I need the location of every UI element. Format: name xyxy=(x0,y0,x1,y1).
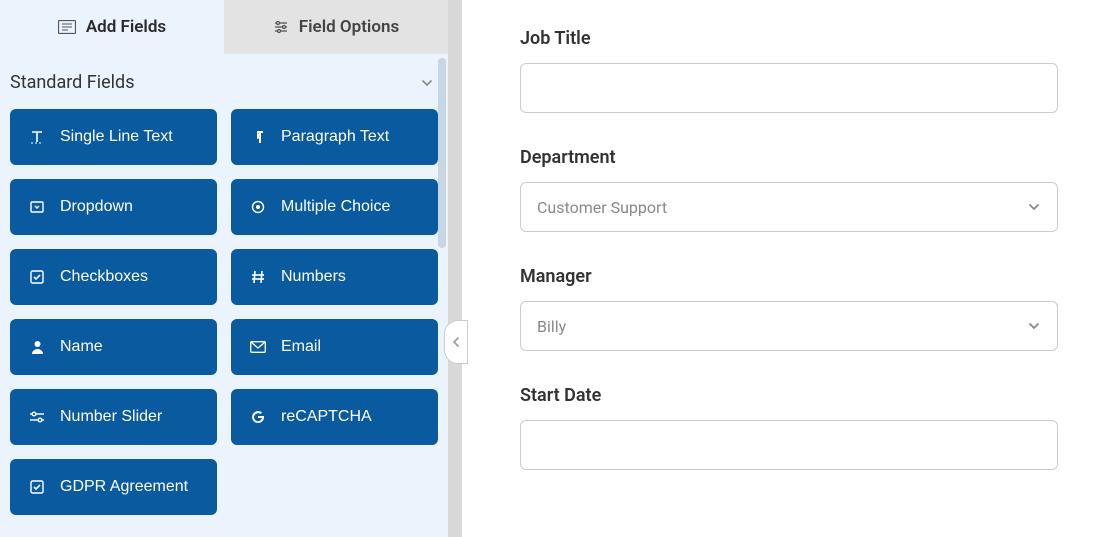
select-value: Customer Support xyxy=(537,198,667,217)
field-label: Numbers xyxy=(281,268,346,286)
department-select[interactable]: Customer Support xyxy=(520,182,1058,232)
field-label: Start Date xyxy=(520,385,1058,406)
scrollbar[interactable] xyxy=(438,58,446,248)
job-title-input[interactable] xyxy=(520,63,1058,113)
sidebar-body: Standard Fields Single Line Text Paragra… xyxy=(0,54,448,537)
sidebar-tabs: Add Fields Field Options xyxy=(0,0,448,54)
chevron-down-icon xyxy=(1027,200,1041,214)
sliders-icon xyxy=(273,19,289,35)
chevron-down-icon xyxy=(420,76,434,90)
field-label: Checkboxes xyxy=(60,268,148,286)
field-recaptcha[interactable]: reCAPTCHA xyxy=(231,389,438,445)
section-standard-fields[interactable]: Standard Fields xyxy=(10,54,438,109)
dropdown-icon xyxy=(28,200,46,214)
field-paragraph-text[interactable]: Paragraph Text xyxy=(231,109,438,165)
field-email[interactable]: Email xyxy=(231,319,438,375)
field-label: Manager xyxy=(520,266,1058,287)
field-label: Paragraph Text xyxy=(281,128,389,146)
chevron-left-icon xyxy=(451,336,461,348)
field-label: Number Slider xyxy=(60,408,162,426)
field-number-slider[interactable]: Number Slider xyxy=(10,389,217,445)
sidebar: Add Fields Field Options Standard Fields… xyxy=(0,0,448,537)
form-group-department[interactable]: Department Customer Support xyxy=(520,147,1058,232)
hash-icon xyxy=(249,270,267,284)
field-label: Department xyxy=(520,147,1058,168)
person-icon xyxy=(28,340,46,354)
tab-field-options[interactable]: Field Options xyxy=(224,0,448,54)
envelope-icon xyxy=(249,341,267,353)
slider-icon xyxy=(28,410,46,424)
form-group-manager[interactable]: Manager Billy xyxy=(520,266,1058,351)
checksquare-icon xyxy=(28,480,46,494)
field-name[interactable]: Name xyxy=(10,319,217,375)
field-numbers[interactable]: Numbers xyxy=(231,249,438,305)
field-label: Multiple Choice xyxy=(281,198,390,216)
field-label: Single Line Text xyxy=(60,128,173,146)
field-single-line-text[interactable]: Single Line Text xyxy=(10,109,217,165)
form-group-start-date[interactable]: Start Date xyxy=(520,385,1058,470)
section-title: Standard Fields xyxy=(10,72,135,93)
fields-grid: Single Line Text Paragraph Text Dropdown… xyxy=(10,109,438,515)
field-label: GDPR Agreement xyxy=(60,478,188,496)
radio-icon xyxy=(249,200,267,214)
field-dropdown[interactable]: Dropdown xyxy=(10,179,217,235)
manager-select[interactable]: Billy xyxy=(520,301,1058,351)
form-group-job-title[interactable]: Job Title xyxy=(520,28,1058,113)
field-multiple-choice[interactable]: Multiple Choice xyxy=(231,179,438,235)
text-icon xyxy=(28,130,46,144)
field-label: Email xyxy=(281,338,321,356)
field-label: Name xyxy=(60,338,103,356)
field-label: reCAPTCHA xyxy=(281,408,372,426)
tab-add-fields[interactable]: Add Fields xyxy=(0,0,224,54)
checkbox-icon xyxy=(28,270,46,284)
field-gdpr-agreement[interactable]: GDPR Agreement xyxy=(10,459,217,515)
form-icon xyxy=(58,20,76,34)
google-icon xyxy=(249,410,267,424)
paragraph-icon xyxy=(249,130,267,144)
chevron-down-icon xyxy=(1027,319,1041,333)
start-date-input[interactable] xyxy=(520,420,1058,470)
field-checkboxes[interactable]: Checkboxes xyxy=(10,249,217,305)
field-label: Job Title xyxy=(520,28,1058,49)
field-label: Dropdown xyxy=(60,198,133,216)
form-preview: Job Title Department Customer Support Ma… xyxy=(462,0,1116,537)
tab-label: Add Fields xyxy=(86,17,166,37)
collapse-handle[interactable] xyxy=(444,320,468,364)
select-value: Billy xyxy=(537,317,566,336)
tab-label: Field Options xyxy=(299,17,399,37)
panel-divider xyxy=(448,0,462,537)
